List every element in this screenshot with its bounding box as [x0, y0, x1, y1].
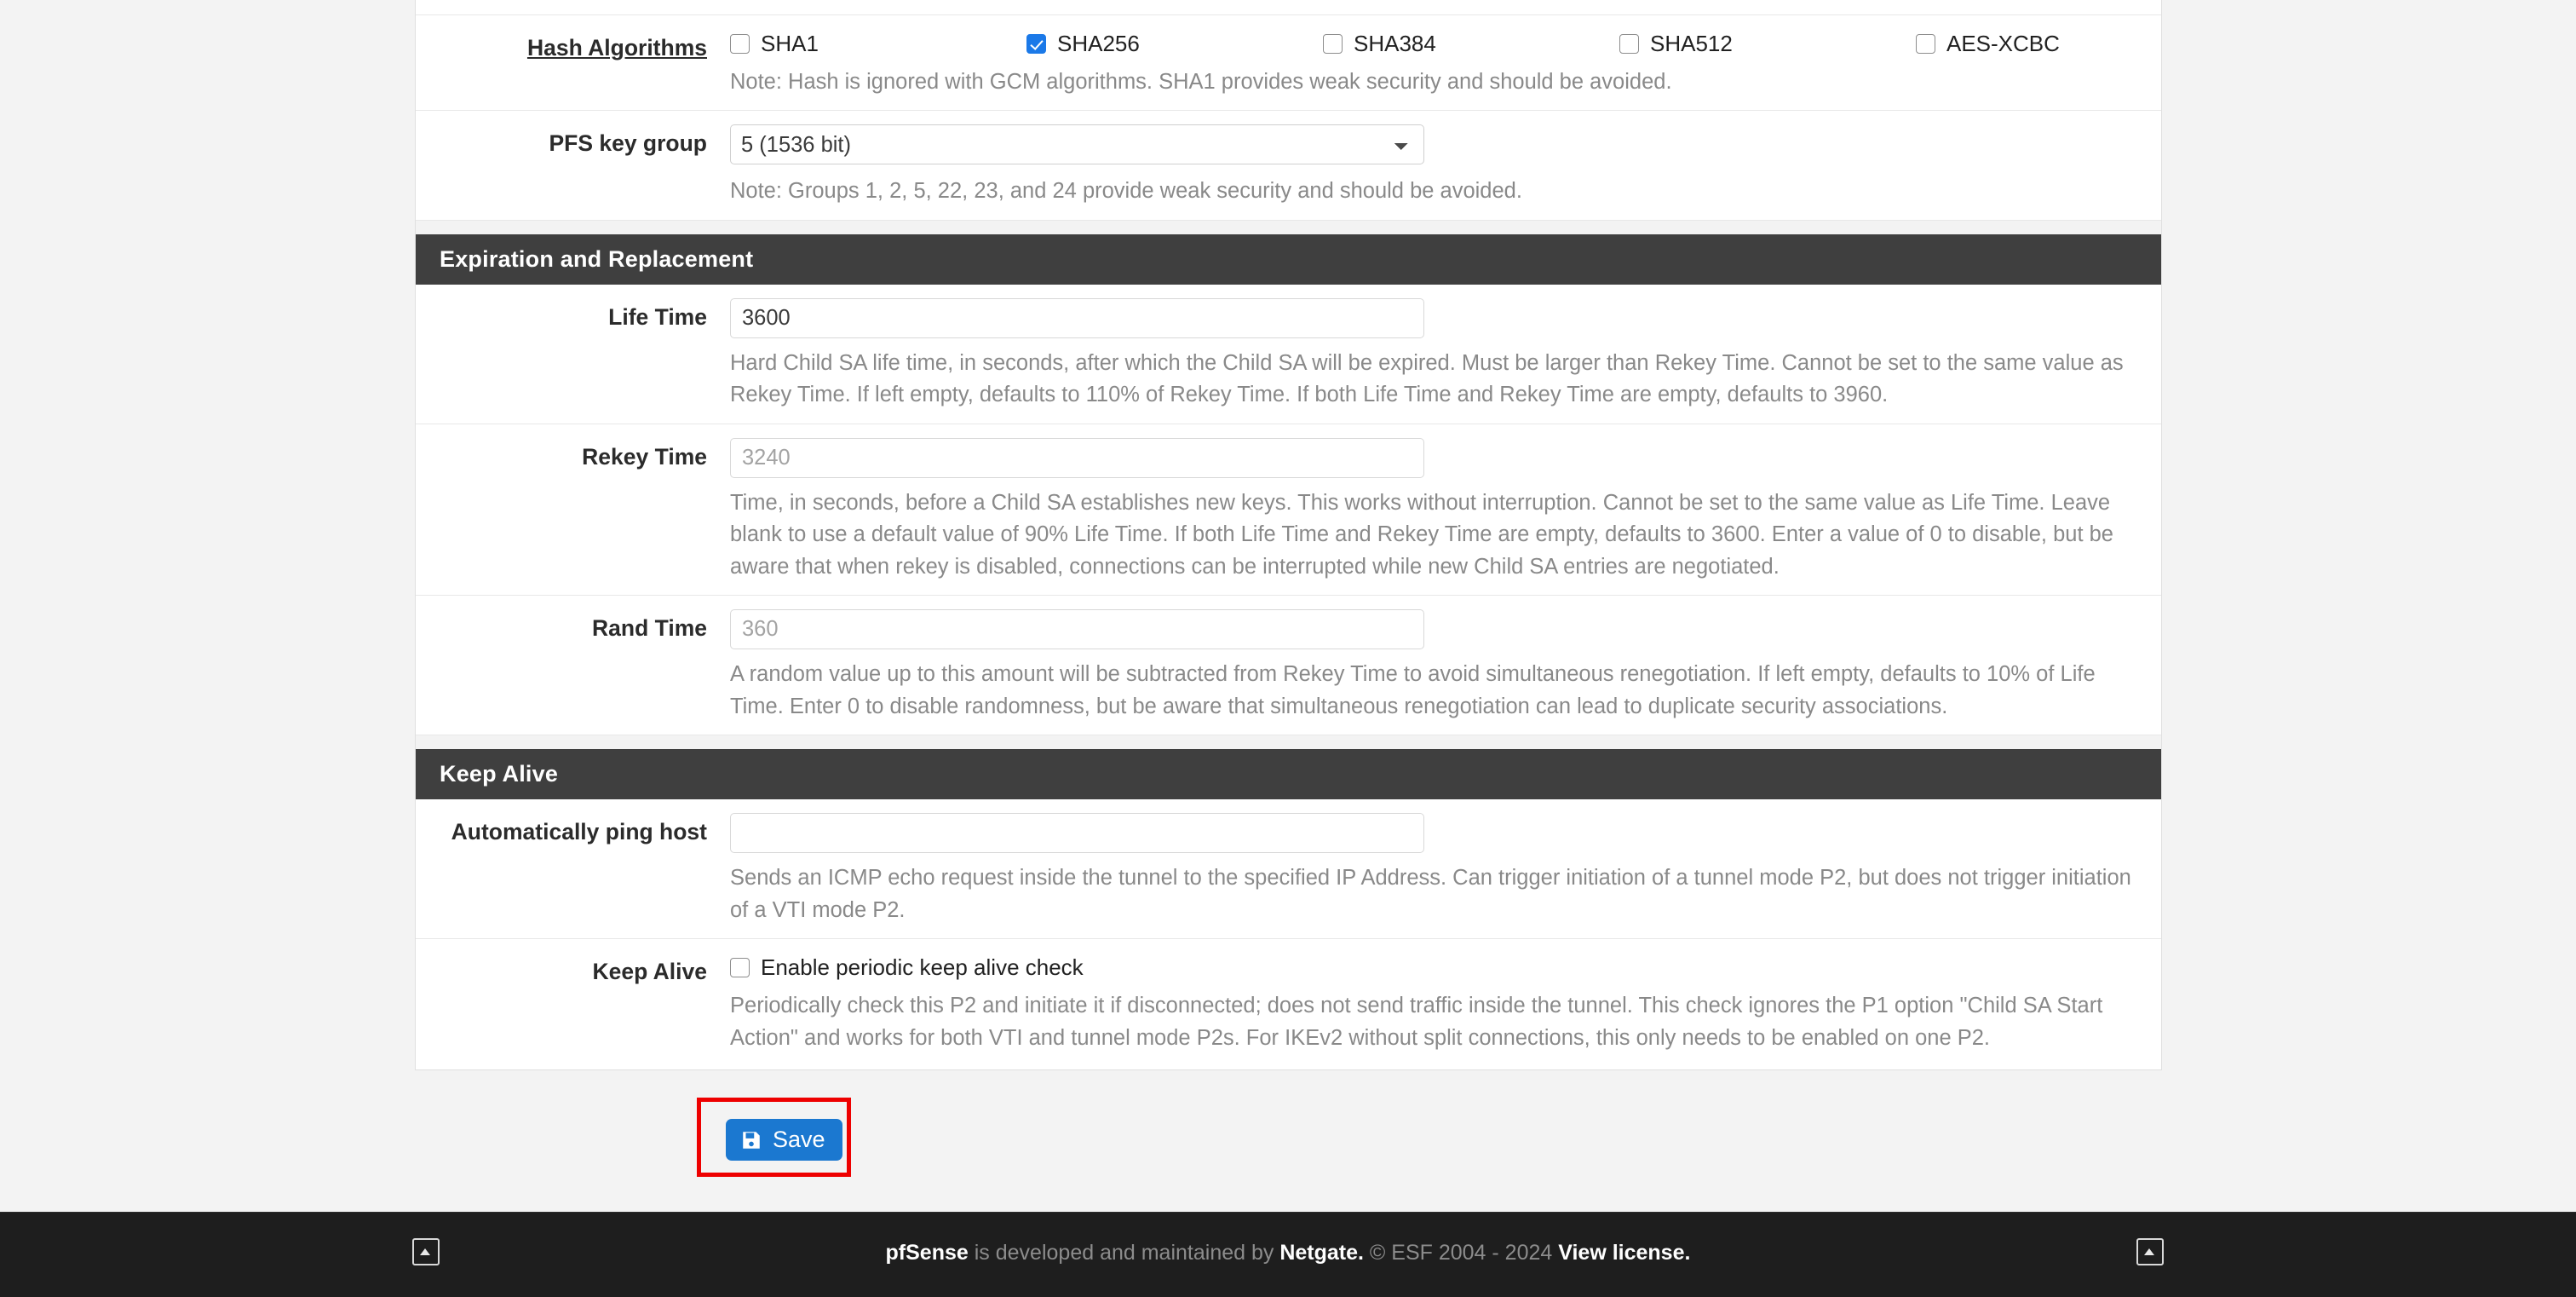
- keep-alive-controls: Enable periodic keep alive check Periodi…: [730, 953, 2161, 1054]
- rand-time-note: A random value up to this amount will be…: [730, 662, 2096, 718]
- rand-time-controls: A random value up to this amount will be…: [730, 609, 2161, 723]
- pfs-key-group-controls: 5 (1536 bit) Note: Groups 1, 2, 5, 22, 2…: [730, 124, 2161, 207]
- checkbox-label: AES-XCBC: [1946, 31, 2060, 56]
- checkbox-box-icon[interactable]: [730, 34, 750, 54]
- section-spacer: [416, 220, 2161, 234]
- rand-time-row: Rand Time A random value up to this amou…: [416, 596, 2161, 736]
- rekey-time-row: Rekey Time Time, in seconds, before a Ch…: [416, 424, 2161, 597]
- page-footer: pfSense is developed and maintained by N…: [0, 1212, 2576, 1297]
- checkbox-label: Enable periodic keep alive check: [761, 954, 1084, 981]
- checkbox-sha1[interactable]: SHA1: [730, 31, 1026, 57]
- checkbox-label: SHA512: [1650, 31, 1733, 56]
- hash-checkbox-grid: SHA1 SHA256 SHA384 SHA512 AES-XCBC: [730, 29, 2212, 57]
- pfs-key-group-label: PFS key group: [549, 130, 707, 157]
- life-time-controls: Hard Child SA life time, in seconds, aft…: [730, 297, 2161, 412]
- footer-copyright: © ESF 2004 - 2024: [1363, 1241, 1559, 1265]
- checkbox-label: CHACHA20-POLY1305: [761, 0, 993, 3]
- hash-algorithms-note: Note: Hash is ignored with GCM algorithm…: [730, 70, 1672, 94]
- section-spacer: [416, 735, 2161, 750]
- rand-time-label: Rand Time: [592, 615, 707, 642]
- ping-host-note: Sends an ICMP echo request inside the tu…: [730, 866, 2131, 922]
- rand-time-input[interactable]: [730, 609, 1424, 650]
- checkbox-enable-keep-alive[interactable]: Enable periodic keep alive check: [730, 954, 1084, 981]
- checkbox-sha256[interactable]: SHA256: [1026, 31, 1323, 57]
- save-button[interactable]: Save: [726, 1119, 842, 1161]
- rekey-time-note: Time, in seconds, before a Child SA esta…: [730, 490, 2113, 579]
- encryption-checkbox-grid: CHACHA20-POLY1305: [730, 0, 2139, 3]
- checkbox-sha384[interactable]: SHA384: [1323, 31, 1619, 57]
- ping-host-input[interactable]: [730, 813, 1424, 854]
- pfs-key-group-select[interactable]: 5 (1536 bit): [730, 124, 1424, 165]
- ping-host-label: Automatically ping host: [451, 819, 707, 845]
- footer-brand: pfSense: [885, 1241, 969, 1265]
- checkbox-sha512[interactable]: SHA512: [1619, 31, 1916, 57]
- checkbox-label: SHA256: [1057, 31, 1140, 56]
- checkbox-box-icon[interactable]: [1323, 34, 1343, 54]
- footer-credit-text: pfSense is developed and maintained by N…: [0, 1241, 2576, 1265]
- footer-middle-text: is developed and maintained by: [968, 1241, 1280, 1265]
- footer-view-license-link[interactable]: View license.: [1558, 1241, 1690, 1265]
- phase2-settings-panel: CHACHA20-POLY1305 Hash Algorithms SHA1 S…: [415, 0, 2162, 1071]
- save-area: Save: [415, 1095, 2162, 1189]
- ping-host-controls: Sends an ICMP echo request inside the tu…: [730, 813, 2161, 926]
- hash-algorithms-label: Hash Algorithms: [526, 35, 707, 61]
- life-time-input[interactable]: [730, 297, 1424, 338]
- expiration-section-header: Expiration and Replacement: [416, 233, 2161, 285]
- hash-algorithms-controls: SHA1 SHA256 SHA384 SHA512 AES-XCBC Note:…: [730, 29, 2234, 98]
- footer-company: Netgate.: [1279, 1241, 1364, 1265]
- keep-alive-note: Periodically check this P2 and initiate …: [730, 994, 2103, 1050]
- checkbox-label: SHA384: [1354, 31, 1436, 56]
- life-time-row: Life Time Hard Child SA life time, in se…: [416, 284, 2161, 424]
- page-root: CHACHA20-POLY1305 Hash Algorithms SHA1 S…: [0, 0, 2576, 1297]
- checkbox-box-icon[interactable]: [730, 958, 750, 978]
- checkbox-box-checked-icon[interactable]: [1026, 34, 1046, 54]
- keep-alive-row: Keep Alive Enable periodic keep alive ch…: [416, 939, 2161, 1070]
- checkbox-box-icon[interactable]: [1916, 34, 1935, 54]
- rekey-time-input[interactable]: [730, 437, 1424, 478]
- checkbox-label: SHA1: [761, 31, 819, 56]
- save-disk-icon: [743, 1131, 760, 1149]
- encryption-algorithms-row: CHACHA20-POLY1305: [416, 0, 2161, 15]
- save-button-label: Save: [773, 1127, 825, 1152]
- keep-alive-section-header: Keep Alive: [416, 749, 2161, 800]
- encryption-algorithms-controls: CHACHA20-POLY1305: [730, 0, 2161, 3]
- ping-host-row: Automatically ping host Sends an ICMP ec…: [416, 799, 2161, 940]
- rekey-time-controls: Time, in seconds, before a Child SA esta…: [730, 437, 2161, 583]
- keep-alive-checkbox-grid: Enable periodic keep alive check: [730, 953, 2139, 981]
- rekey-time-label: Rekey Time: [582, 443, 707, 470]
- checkbox-box-icon[interactable]: [1619, 34, 1639, 54]
- checkbox-aes-xcbc[interactable]: AES-XCBC: [1916, 31, 2212, 57]
- life-time-label: Life Time: [608, 303, 707, 330]
- life-time-note: Hard Child SA life time, in seconds, aft…: [730, 350, 2124, 407]
- keep-alive-label: Keep Alive: [592, 959, 707, 985]
- hash-algorithms-row: Hash Algorithms SHA1 SHA256 SHA384 SHA51…: [416, 15, 2161, 112]
- checkbox-chacha20-poly1305[interactable]: CHACHA20-POLY1305: [730, 0, 1026, 3]
- pfs-key-group-row: PFS key group 5 (1536 bit) Note: Groups …: [416, 111, 2161, 221]
- pfs-key-group-note: Note: Groups 1, 2, 5, 22, 23, and 24 pro…: [730, 179, 1522, 204]
